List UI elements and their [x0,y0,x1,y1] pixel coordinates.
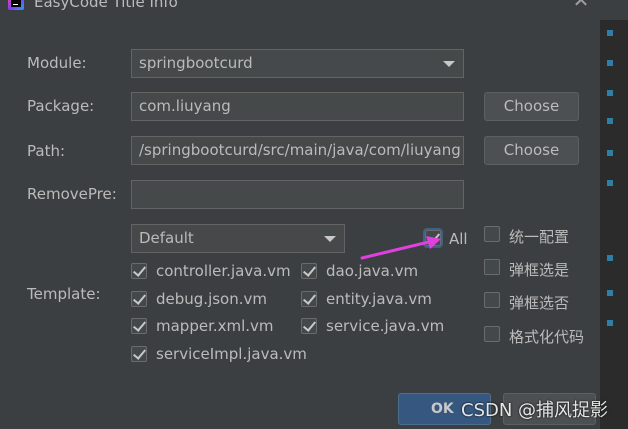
editor-background-strip [600,0,628,429]
all-checkbox[interactable] [423,228,443,248]
path-label: Path: [27,142,66,160]
easycode-dialog: EasyCode Title Info ✕ Module: springboot… [0,0,628,429]
template-checkbox-controller[interactable] [131,263,147,279]
window-title: EasyCode Title Info [34,0,178,11]
module-select-value: springbootcurd [139,54,253,72]
option-label-popup-yes: 弹框选是 [509,261,570,279]
template-label-entity: entity.java.vm [326,290,432,308]
title-bar: EasyCode Title Info ✕ [0,0,628,20]
template-group-select[interactable]: Default [131,224,345,253]
template-label-dao: dao.java.vm [326,262,419,280]
template-checkbox-serviceimpl[interactable] [131,346,147,362]
template-checkbox-dao[interactable] [301,263,317,279]
package-choose-button[interactable]: Choose [484,92,579,121]
option-label-format-code: 格式化代码 [509,328,585,346]
option-checkbox-popup-no[interactable] [484,292,500,308]
path-input[interactable]: /springbootcurd/src/main/java/com/liuyan… [131,136,464,165]
package-input[interactable]: com.liuyang [131,92,464,121]
template-label-debug: debug.json.vm [156,290,267,308]
template-label-mapper: mapper.xml.vm [156,317,274,335]
option-checkbox-popup-yes[interactable] [484,259,500,275]
template-checkbox-debug[interactable] [131,291,147,307]
ok-button-label: OK [431,401,454,417]
template-label-service: service.java.vm [326,317,445,335]
template-label: Template: [27,285,101,303]
option-checkbox-unified-config[interactable] [484,226,500,242]
option-checkbox-format-code[interactable] [484,326,500,342]
removepre-label: RemovePre: [27,185,117,203]
option-label-popup-no: 弹框选否 [509,294,570,312]
template-label-controller: controller.java.vm [156,262,291,280]
module-label: Module: [27,54,87,72]
close-icon[interactable]: ✕ [572,0,590,10]
module-select[interactable]: springbootcurd [131,49,464,78]
path-input-value: /springbootcurd/src/main/java/com/liuyan… [139,141,461,159]
removepre-input[interactable] [131,180,464,209]
dropdown-arrow-icon [443,61,455,67]
template-checkbox-entity[interactable] [301,291,317,307]
package-input-value: com.liuyang [139,97,231,115]
template-group-value: Default [139,229,194,247]
watermark-text: CSDN @捕风捉影 [461,400,609,421]
dropdown-arrow-icon [324,236,336,242]
package-label: Package: [27,97,95,115]
intellij-app-icon [8,0,24,10]
path-choose-button[interactable]: Choose [484,136,579,165]
template-label-serviceimpl: serviceImpl.java.vm [156,345,307,363]
template-checkbox-mapper[interactable] [131,318,147,334]
option-label-unified-config: 统一配置 [509,228,570,246]
all-checkbox-label: All [449,230,468,248]
template-checkbox-service[interactable] [301,318,317,334]
